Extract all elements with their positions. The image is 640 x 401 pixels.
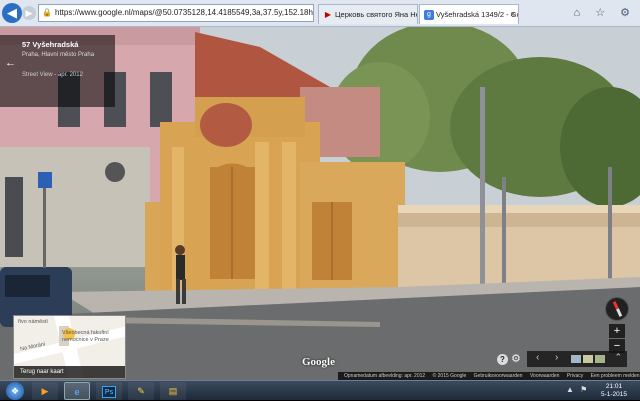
folder-icon[interactable]: ▤ bbox=[160, 382, 186, 400]
tab-label: Церковь святого Яна Непому... bbox=[335, 10, 417, 19]
internet-explorer-icon[interactable]: e bbox=[64, 382, 90, 400]
footer-privacy-link[interactable]: Privacy bbox=[567, 373, 583, 379]
street-view-panorama[interactable]: ← 57 Vyšehradská Praha, Hlavní město Pra… bbox=[0, 27, 640, 380]
footer-report-link[interactable]: Een probleem melden bbox=[591, 373, 640, 379]
gear-icon[interactable]: ⚙ bbox=[511, 352, 521, 365]
expand-icon[interactable]: ⌃ bbox=[614, 352, 622, 363]
youtube-icon: ▶ bbox=[324, 10, 332, 19]
help-icon[interactable]: ? bbox=[497, 354, 508, 365]
paint-icon[interactable]: ✎ bbox=[128, 382, 154, 400]
photo-thumbnail[interactable] bbox=[583, 355, 593, 363]
media-player-icon[interactable]: ▶ bbox=[32, 382, 58, 400]
back-arrow-icon[interactable]: ← bbox=[5, 57, 16, 69]
capture-date-label: Street View - apr. 2012 bbox=[22, 72, 83, 78]
tab-google-maps[interactable]: g Vyšehradská 1349/2 - Googl... × bbox=[419, 4, 519, 24]
address-bar[interactable]: 🔒 https://www.google.nl/maps/@50.0735128… bbox=[38, 4, 314, 22]
map-footer-bar: Opnamedatum afbeelding: apr. 2012 © 2015… bbox=[338, 372, 640, 380]
tab-label: Vyšehradská 1349/2 - Googl... bbox=[436, 10, 518, 19]
strip-right-arrow-icon[interactable]: › bbox=[555, 352, 558, 363]
footer-terms-link[interactable]: Gebruiksvoorwaarden bbox=[474, 373, 523, 379]
compass-icon[interactable] bbox=[605, 297, 629, 321]
location-info-panel: ← 57 Vyšehradská Praha, Hlavní město Pra… bbox=[0, 35, 115, 107]
photo-strip[interactable]: ‹ › ⌃ bbox=[527, 351, 627, 367]
photoshop-icon[interactable]: Ps bbox=[96, 382, 122, 400]
lock-icon: 🔒 bbox=[42, 8, 52, 17]
browser-toolbar-icons[interactable]: ⌂ ☆ ⚙ bbox=[574, 6, 636, 19]
zoom-in-button[interactable]: + bbox=[609, 324, 625, 338]
mini-map[interactable]: řivo náměstí Všeobecná fakultní nemocnic… bbox=[13, 315, 126, 379]
clock-date: 5-1-2015 bbox=[600, 391, 628, 398]
taskbar: ❖ ▶ e Ps ✎ ▤ ▲ ⚑ 21:01 5-1-2015 bbox=[0, 380, 640, 400]
photo-thumbnail[interactable] bbox=[571, 355, 581, 363]
system-tray-icons[interactable]: ▲ ⚑ bbox=[566, 385, 589, 394]
minimap-poi-label: Všeobecná fakultní bbox=[62, 330, 109, 336]
url-text: https://www.google.nl/maps/@50.0735128,1… bbox=[55, 8, 313, 17]
compass-needle bbox=[612, 301, 623, 317]
footer-date: Opnamedatum afbeelding: apr. 2012 bbox=[344, 373, 426, 379]
google-maps-icon: g bbox=[424, 10, 434, 20]
clock[interactable]: 21:01 5-1-2015 bbox=[594, 383, 634, 399]
browser-toolbar: ◀ ▶ 🔒 https://www.google.nl/maps/@50.073… bbox=[0, 0, 640, 27]
back-button[interactable]: ◀ bbox=[2, 3, 22, 23]
photoshop-label: Ps bbox=[102, 386, 116, 398]
tab-close-icon[interactable]: × bbox=[510, 5, 515, 24]
minimap-street-label: řivo náměstí bbox=[18, 319, 48, 325]
minimap-poi-label-2: nemocnice v Praze bbox=[62, 337, 109, 343]
strip-left-arrow-icon[interactable]: ‹ bbox=[536, 352, 539, 363]
start-button[interactable]: ❖ bbox=[6, 382, 24, 400]
photo-thumbnail[interactable] bbox=[595, 355, 605, 363]
back-to-map-button[interactable]: Terug naar kaart bbox=[14, 366, 125, 378]
address-subtitle: Praha, Hlavní město Praha bbox=[22, 52, 95, 58]
tab-church[interactable]: ▶ Церковь святого Яна Непому... bbox=[318, 4, 418, 24]
google-logo: Google bbox=[302, 356, 335, 368]
address-title: 57 Vyšehradská bbox=[22, 40, 79, 49]
footer-copyright: © 2015 Google bbox=[432, 373, 467, 379]
forward-button[interactable]: ▶ bbox=[22, 6, 36, 20]
footer-conditions-link[interactable]: Voorwaarden bbox=[530, 373, 559, 379]
clock-time: 21:01 bbox=[605, 383, 623, 390]
